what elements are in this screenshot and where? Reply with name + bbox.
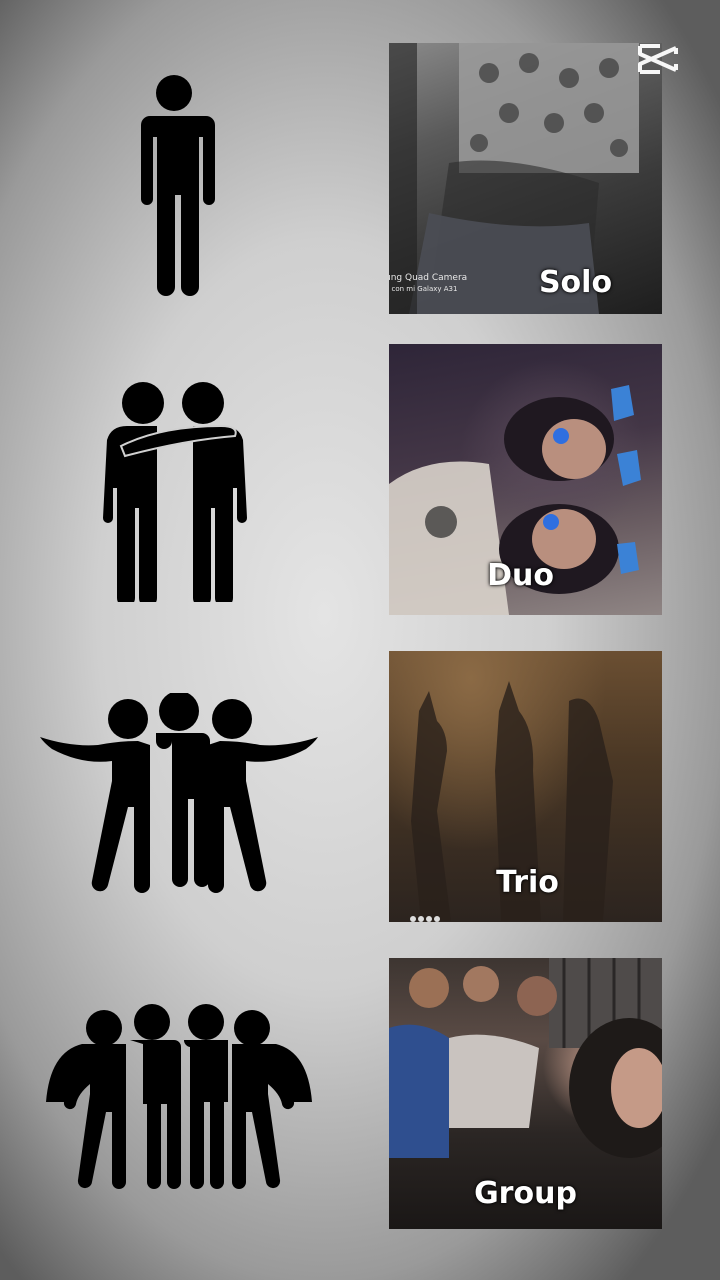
category-label-duo: Duo <box>487 558 554 593</box>
photo-caption-device: o con mi Galaxy A31 <box>389 285 458 293</box>
group-photo: Group <box>389 958 662 1229</box>
solo-silhouette-icon <box>128 74 220 296</box>
trio-silhouette-icon <box>38 693 320 893</box>
duo-silhouette-icon <box>97 380 253 602</box>
category-label-trio: Trio <box>496 865 559 900</box>
solo-photo: ung Quad Camera o con mi Galaxy A31 Solo <box>389 43 662 314</box>
category-label-solo: Solo <box>538 265 613 300</box>
category-label-group: Group <box>474 1176 577 1211</box>
group-silhouette-icon <box>38 1002 320 1192</box>
trio-photo: Trio <box>389 651 662 922</box>
duo-photo: Duo <box>389 344 662 615</box>
photo-caption-camera: ung Quad Camera <box>389 273 468 283</box>
capcut-logo-icon <box>636 40 682 78</box>
